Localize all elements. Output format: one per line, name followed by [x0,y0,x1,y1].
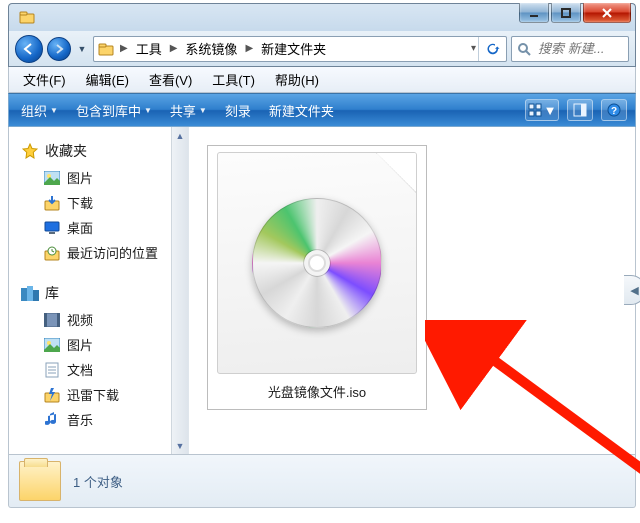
preview-pane-toggle[interactable]: ◀ [624,275,640,305]
toolbar-include-label: 包含到库中 [76,101,141,120]
view-options-button[interactable]: ▼ [525,99,559,121]
sidebar-library-pictures[interactable]: 图片 [21,332,184,357]
file-name-label: 光盘镜像文件.iso [268,382,366,401]
sidebar-item-label: 音乐 [67,410,93,429]
toolbar-organize[interactable]: 组织▼ [17,98,68,123]
nav-back-button[interactable] [15,35,43,63]
search-input[interactable] [536,40,616,57]
scroll-down-icon[interactable]: ▼ [172,437,188,454]
pictures-icon [43,337,61,353]
breadcrumb[interactable]: 工具 [130,37,168,61]
disc-icon [252,198,382,328]
refresh-button[interactable] [478,37,506,61]
dropdown-icon: ▼ [50,106,58,115]
preview-pane-button[interactable] [567,99,593,121]
sidebar-item-label: 桌面 [67,218,93,237]
breadcrumb-sep-icon[interactable]: ▶ [118,37,130,61]
libraries-icon [21,285,39,301]
sidebar-libraries-header[interactable]: 库 [21,283,184,303]
sidebar-item-label: 迅雷下载 [67,385,119,404]
toolbar-include-in-library[interactable]: 包含到库中▼ [72,98,162,123]
recent-icon [43,245,61,261]
status-folder-icon [19,461,61,501]
toolbar-new-folder[interactable]: 新建文件夹 [265,98,344,123]
dropdown-icon: ▼ [199,106,207,115]
xunlei-icon [43,387,61,403]
sidebar-item-pictures[interactable]: 图片 [21,165,184,190]
menu-file[interactable]: 文件(F) [13,67,76,92]
window-close-button[interactable] [583,3,631,23]
search-box[interactable] [511,36,629,62]
menu-tools[interactable]: 工具(T) [202,67,265,92]
sidebar-item-label: 图片 [67,335,93,354]
toolbar-share[interactable]: 共享▼ [166,98,217,123]
sidebar-item-recent[interactable]: 最近访问的位置 [21,240,184,265]
sidebar-favorites-label: 收藏夹 [45,141,87,161]
toolbar-burn-label: 刻录 [225,101,251,120]
desktop-icon [43,220,61,236]
search-icon [512,42,536,56]
command-bar: 组织▼ 包含到库中▼ 共享▼ 刻录 新建文件夹 ▼ ? [8,93,636,127]
sidebar-item-label: 最近访问的位置 [67,243,158,262]
items-view[interactable]: 光盘镜像文件.iso ◀ [189,127,635,454]
help-button[interactable]: ? [601,99,627,121]
scroll-track[interactable] [172,144,188,437]
navigation-bar: ▼ ▶ 工具 ▶ 系统镜像 ▶ 新建文件夹 ▾ [8,31,636,67]
window-buttons [519,3,631,23]
sidebar-libraries-label: 库 [45,283,59,303]
window-minimize-button[interactable] [519,3,549,23]
address-bar-folder-icon [94,41,118,57]
menu-help[interactable]: 帮助(H) [265,67,329,92]
nav-history-dropdown[interactable]: ▼ [75,37,89,61]
nav-forward-button[interactable] [47,37,71,61]
sidebar-library-documents[interactable]: 文档 [21,357,184,382]
window-icon [19,9,35,25]
sidebar-favorites-header[interactable]: 收藏夹 [21,141,184,161]
dropdown-icon: ▼ [544,103,557,118]
sidebar-library-videos[interactable]: 视频 [21,307,184,332]
sidebar-scrollbar[interactable]: ▲ ▼ [171,127,188,454]
sidebar-item-downloads[interactable]: 下载 [21,190,184,215]
page-corner-fold-icon [376,153,416,193]
documents-icon [43,362,61,378]
window-maximize-button[interactable] [551,3,581,23]
scroll-up-icon[interactable]: ▲ [172,127,188,144]
sidebar-item-label: 视频 [67,310,93,329]
explorer-body: 收藏夹 图片 下载 桌面 最近访问的位置 库 视频 图片 [8,127,636,455]
sidebar-item-label: 图片 [67,168,93,187]
menu-view[interactable]: 查看(V) [139,67,202,92]
file-thumbnail [217,152,417,374]
music-icon [43,412,61,428]
navigation-pane: 收藏夹 图片 下载 桌面 最近访问的位置 库 视频 图片 [9,127,189,454]
breadcrumb[interactable]: 系统镜像 [179,37,243,61]
window-titlebar [8,3,636,31]
sidebar-library-xunlei[interactable]: 迅雷下载 [21,382,184,407]
toolbar-burn[interactable]: 刻录 [221,98,261,123]
sidebar-library-music[interactable]: 音乐 [21,407,184,432]
sidebar-item-label: 文档 [67,360,93,379]
sidebar-item-desktop[interactable]: 桌面 [21,215,184,240]
status-bar: 1 个对象 [8,455,636,508]
toolbar-organize-label: 组织 [21,101,47,120]
toolbar-new-folder-label: 新建文件夹 [269,101,334,120]
download-icon [43,195,61,211]
video-icon [43,312,61,328]
menu-bar: 文件(F) 编辑(E) 查看(V) 工具(T) 帮助(H) [8,67,636,93]
pictures-icon [43,170,61,186]
favorites-star-icon [21,143,39,159]
sidebar-item-label: 下载 [67,193,93,212]
svg-text:?: ? [611,106,617,117]
address-dropdown-icon[interactable]: ▾ [469,37,478,61]
toolbar-share-label: 共享 [170,101,196,120]
dropdown-icon: ▼ [144,106,152,115]
file-item[interactable]: 光盘镜像文件.iso [207,145,427,410]
breadcrumb-sep-icon[interactable]: ▶ [168,37,180,61]
breadcrumb[interactable]: 新建文件夹 [255,37,332,61]
breadcrumb-sep-icon[interactable]: ▶ [243,37,255,61]
menu-edit[interactable]: 编辑(E) [76,67,139,92]
status-item-count: 1 个对象 [73,472,123,491]
address-bar[interactable]: ▶ 工具 ▶ 系统镜像 ▶ 新建文件夹 ▾ [93,36,507,62]
